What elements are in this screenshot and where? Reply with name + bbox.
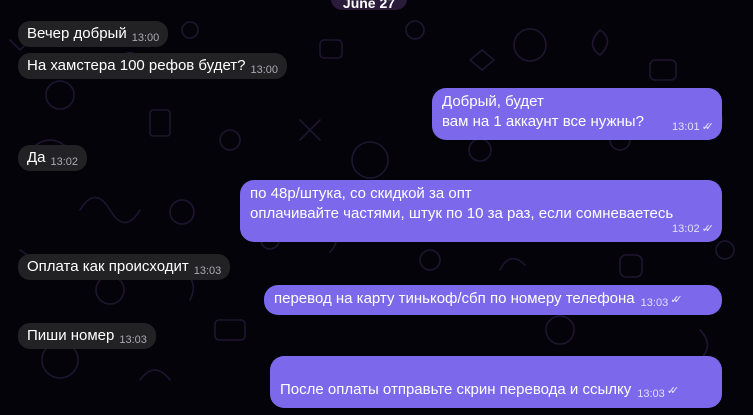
incoming-message[interactable]: Да 13:02 bbox=[18, 145, 88, 171]
incoming-message[interactable]: На хамстера 100 рефов будет? 13:00 bbox=[18, 53, 288, 79]
double-check-icon: ✓✓ bbox=[670, 294, 683, 306]
message-time: 13:03 bbox=[637, 388, 665, 400]
message-time: 13:03 bbox=[119, 334, 147, 346]
outgoing-message[interactable]: по 48р/штука, со скидкой за опт оплачива… bbox=[240, 180, 722, 242]
message-text: На хамстера 100 рефов будет? bbox=[27, 57, 246, 74]
message-text: оплачивайте частями, штук по 10 за раз, … bbox=[250, 205, 674, 222]
double-check-icon: ✓✓ bbox=[666, 385, 680, 397]
incoming-message[interactable]: Пиши номер 13:03 bbox=[18, 323, 156, 349]
outgoing-message[interactable]: перевод на карту тинькоф/сбп по номеру т… bbox=[264, 285, 722, 315]
message-text: Пиши номер bbox=[27, 327, 115, 344]
incoming-message[interactable]: Оплата как происходит 13:03 bbox=[18, 254, 231, 280]
message-time: 13:03 bbox=[193, 265, 222, 277]
message-meta: 13:01 ✓✓ bbox=[672, 117, 715, 137]
message-meta: 13:02 ✓✓ bbox=[672, 219, 715, 239]
outgoing-message[interactable]: Добрый, будет вам на 1 аккаунт все нужны… bbox=[432, 88, 722, 140]
message-time: 13:00 bbox=[131, 32, 160, 44]
message-text: Да bbox=[27, 149, 46, 166]
message-time: 13:03 bbox=[640, 297, 669, 309]
double-check-icon: ✓✓ bbox=[701, 121, 715, 133]
outgoing-message[interactable]: После оплаты отправьте скрин перевода и … bbox=[270, 356, 722, 408]
message-text: После оплаты отправьте скрин перевода и … bbox=[280, 381, 632, 398]
message-text: Вечер добрый bbox=[27, 25, 127, 42]
date-separator: June 27 bbox=[331, 0, 407, 11]
message-time: 13:01 bbox=[672, 121, 700, 133]
message-text: Добрый, будет bbox=[442, 93, 544, 110]
message-time: 13:02 bbox=[50, 156, 79, 168]
double-check-icon: ✓✓ bbox=[701, 223, 715, 235]
incoming-message[interactable]: Вечер добрый 13:00 bbox=[18, 21, 169, 47]
message-text: Оплата как происходит bbox=[27, 258, 189, 275]
message-time: 13:00 bbox=[250, 64, 279, 76]
message-text: перевод на карту тинькоф/сбп по номеру т… bbox=[274, 290, 635, 307]
message-text: по 48р/штука, со скидкой за опт bbox=[250, 185, 472, 202]
message-time: 13:02 bbox=[672, 223, 700, 235]
